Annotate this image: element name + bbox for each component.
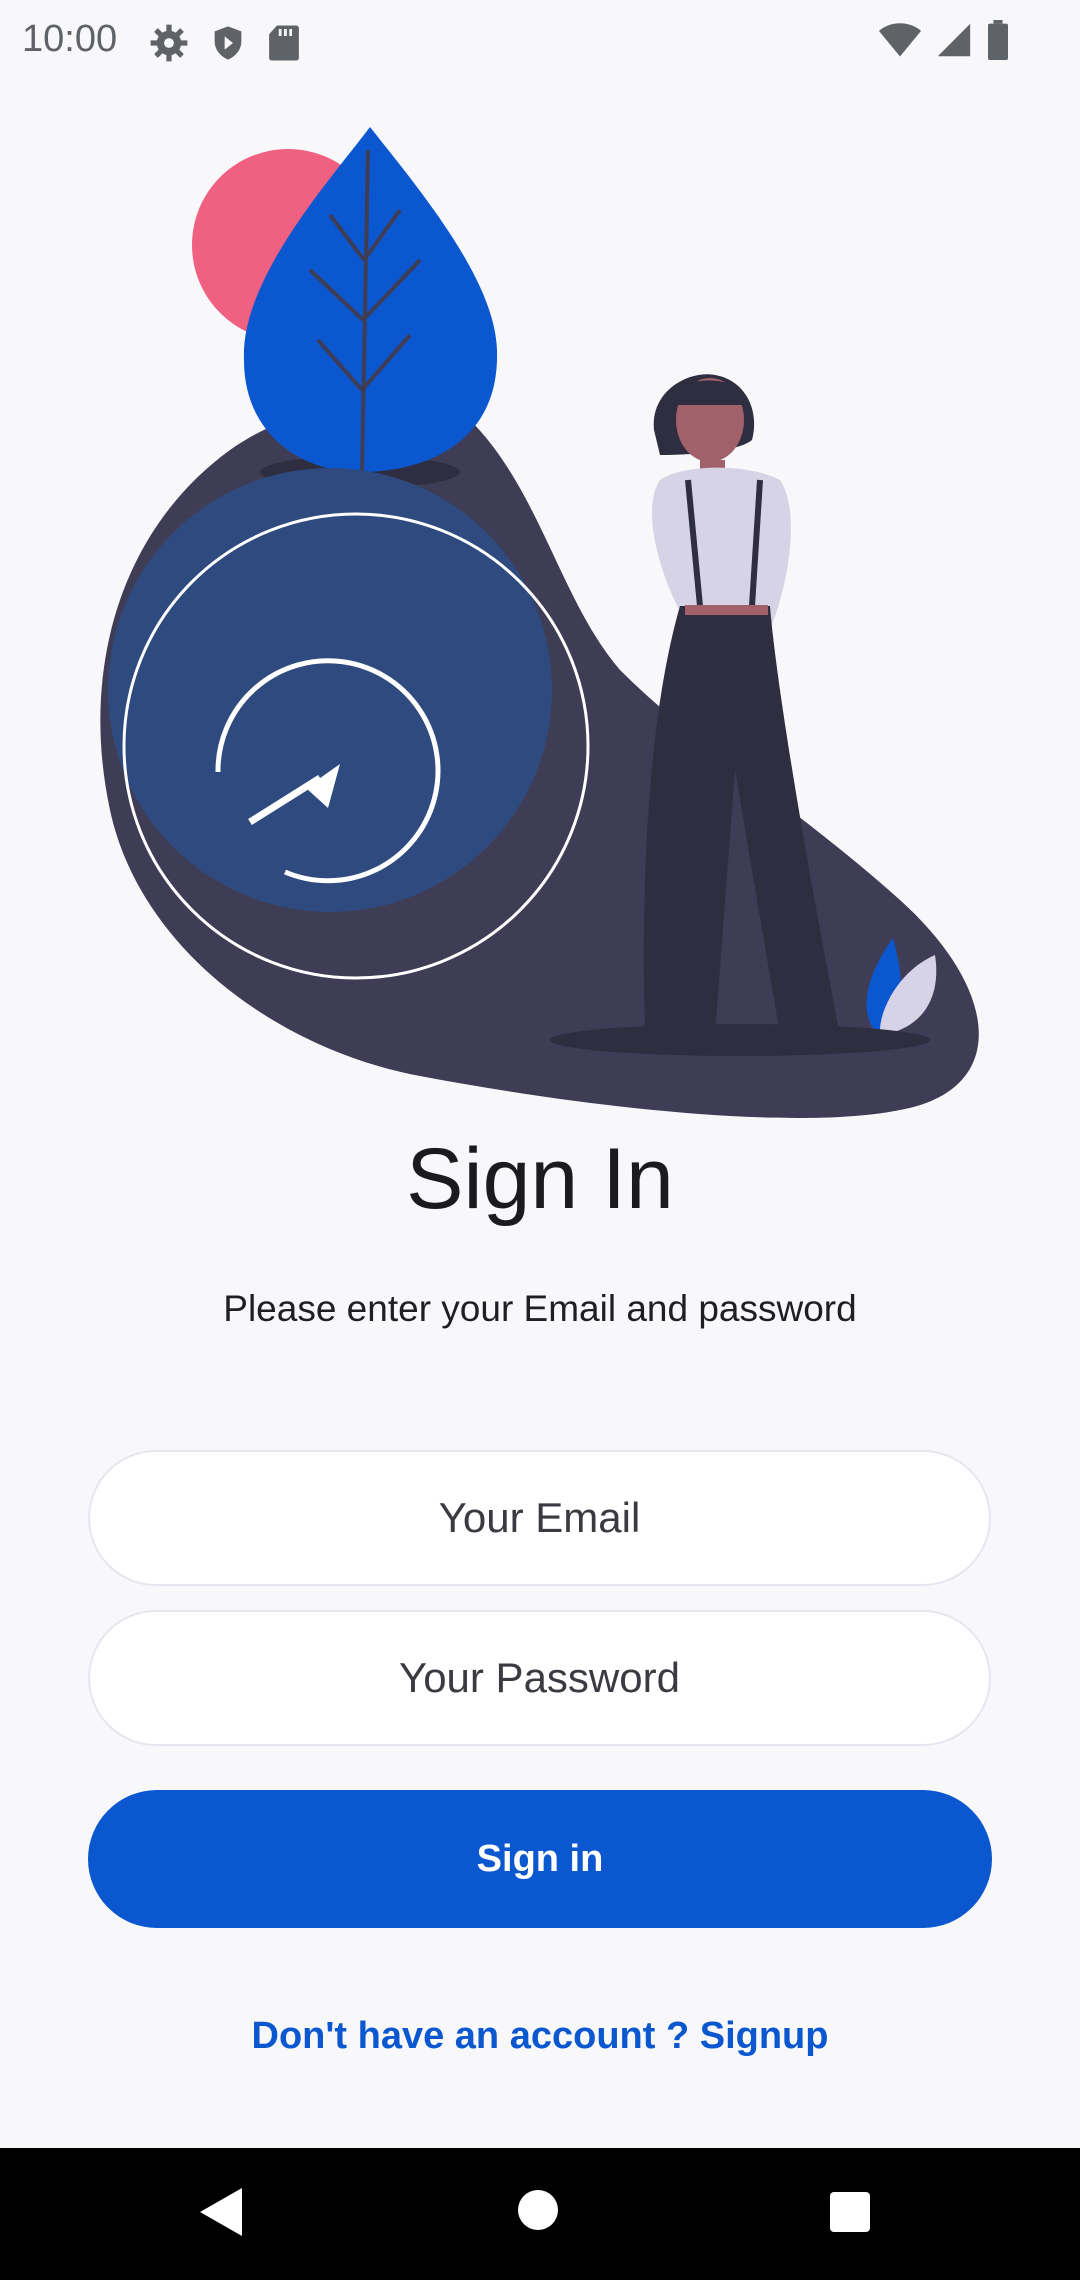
- refresh-circle-inner: [108, 468, 552, 912]
- status-time: 10:00: [22, 18, 118, 60]
- email-field[interactable]: Your Email: [88, 1450, 991, 1586]
- password-field[interactable]: Your Password: [88, 1610, 991, 1746]
- battery-icon: [988, 20, 1008, 60]
- page-title: Sign In: [406, 1131, 674, 1227]
- page-subtitle: Please enter your Email and password: [223, 1288, 857, 1329]
- navigation-bar: [0, 2148, 1080, 2280]
- home-icon[interactable]: [518, 2190, 558, 2230]
- gear-icon: [150, 24, 188, 62]
- shield-icon: [214, 26, 242, 60]
- back-icon[interactable]: [198, 2186, 244, 2238]
- illustration: [100, 127, 979, 1118]
- status-icons-right: [878, 20, 1010, 60]
- status-bar: 10:00: [0, 0, 1080, 88]
- sign-in-button[interactable]: Sign in: [88, 1790, 992, 1928]
- sd-card-icon: [269, 25, 299, 61]
- signup-link[interactable]: Don't have an account ? Signup: [0, 2015, 1080, 2058]
- wifi-icon: [878, 23, 922, 57]
- status-icons-left: [148, 22, 302, 64]
- recents-icon[interactable]: [830, 2192, 870, 2232]
- signal-icon: [937, 23, 971, 57]
